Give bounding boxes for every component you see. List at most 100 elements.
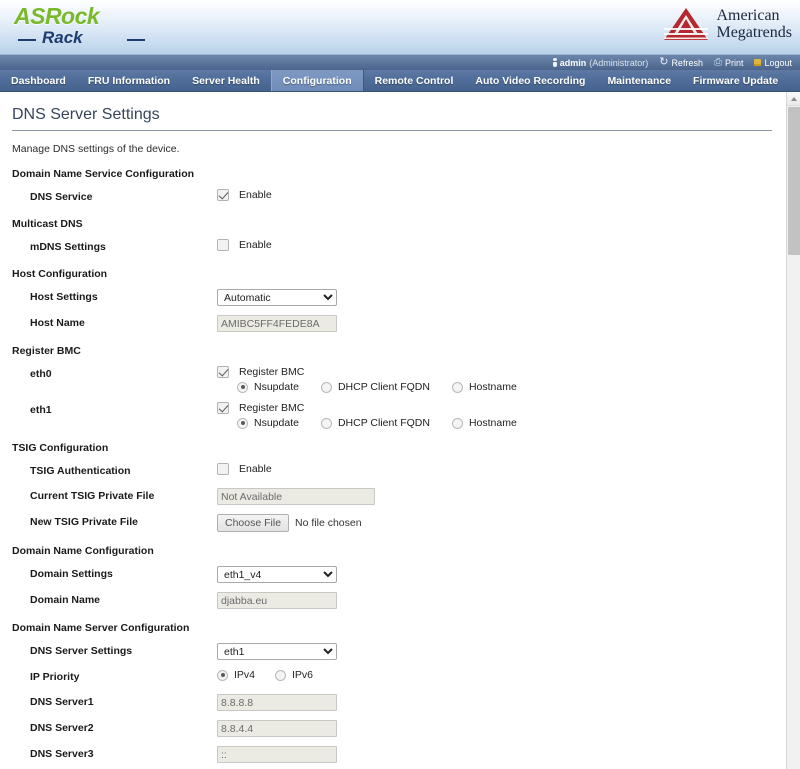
domain-settings-select[interactable]: eth1_v4 bbox=[217, 566, 337, 583]
nav-item-help[interactable]: HELP bbox=[789, 70, 800, 91]
label-dns-server-settings: DNS Server Settings bbox=[30, 645, 133, 657]
page-banner: ASRock Rack American Megatrends bbox=[0, 0, 800, 55]
eth1-hostname-label: Hostname bbox=[468, 417, 517, 429]
row-tsig-authentication: TSIG Authentication Enable bbox=[0, 463, 786, 479]
chevron-up-icon bbox=[791, 96, 797, 101]
ami-wordmark: American Megatrends bbox=[716, 7, 792, 41]
field-new-tsig-file: Choose File No file chosen bbox=[217, 514, 786, 532]
page-scrollbar[interactable] bbox=[786, 92, 800, 769]
refresh-icon: ↻ bbox=[659, 56, 669, 68]
eth1-nsupdate-radio[interactable] bbox=[237, 417, 248, 429]
scrollbar-thumb[interactable] bbox=[788, 107, 800, 255]
eth0-dhcp-client-fqdn-radio[interactable] bbox=[320, 381, 332, 393]
current-user: admin (Administrator) bbox=[552, 57, 648, 68]
asrock-wordmark: ASRock bbox=[14, 3, 100, 29]
ip-priority-ipv6-option[interactable]: IPv6 bbox=[275, 669, 313, 681]
eth0-dhcp-client-fqdn-option[interactable]: DHCP Client FQDN bbox=[320, 381, 430, 393]
eth0-nsupdate-radio[interactable] bbox=[237, 381, 248, 393]
row-dns-server-settings: DNS Server Settings eth1 bbox=[0, 643, 786, 660]
field-dns-server2 bbox=[217, 720, 786, 737]
tsig-authentication-checkbox[interactable] bbox=[217, 463, 229, 475]
nav-item-maintenance[interactable]: Maintenance bbox=[596, 70, 682, 91]
eth0-nsupdate-option[interactable]: Nsupdate bbox=[237, 381, 299, 393]
domain-name-input[interactable] bbox=[217, 592, 337, 609]
eth0-register-bmc-checkbox[interactable] bbox=[217, 366, 229, 378]
section-title-domain-name: Domain Name Configuration bbox=[12, 545, 154, 557]
section-dns-service: Domain Name Service Configuration DNS Se… bbox=[0, 168, 786, 205]
eth1-hostname-option[interactable]: Hostname bbox=[451, 417, 517, 429]
row-ip-priority: IP Priority IPv4 IPv6 bbox=[0, 669, 786, 685]
ip-priority-ipv6-label: IPv6 bbox=[292, 669, 314, 681]
label-mdns-settings: mDNS Settings bbox=[30, 241, 106, 253]
logout-label: Logout bbox=[764, 57, 792, 68]
host-settings-select[interactable]: Automatic bbox=[217, 289, 337, 306]
field-dns-server-settings: eth1 bbox=[217, 643, 786, 660]
ip-priority-ipv4-option[interactable]: IPv4 bbox=[217, 669, 255, 681]
choose-file-button[interactable]: Choose File bbox=[217, 514, 290, 532]
nav-item-configuration[interactable]: Configuration bbox=[270, 70, 364, 91]
eth1-dhcp-client-fqdn-option[interactable]: DHCP Client FQDN bbox=[320, 417, 430, 429]
eth0-register-bmc-label: Register BMC bbox=[239, 366, 305, 378]
dns-service-checkbox[interactable] bbox=[217, 189, 229, 201]
host-name-input[interactable] bbox=[217, 315, 337, 332]
logout-icon bbox=[754, 59, 762, 66]
mdns-settings-checkbox[interactable] bbox=[217, 239, 229, 251]
field-host-settings: Automatic bbox=[217, 289, 786, 306]
dns-server2-input[interactable] bbox=[217, 720, 337, 737]
eth1-nsupdate-option[interactable]: Nsupdate bbox=[237, 417, 299, 429]
eth0-hostname-label: Hostname bbox=[468, 381, 517, 393]
refresh-button[interactable]: ↻ Refresh bbox=[659, 57, 703, 68]
ami-pyramid-icon bbox=[664, 8, 709, 40]
eth0-mode-radios: Nsupdate DHCP Client FQDN Hostname bbox=[217, 381, 539, 393]
row-dns-server2: DNS Server2 bbox=[0, 720, 786, 737]
eth1-hostname-radio[interactable] bbox=[451, 417, 463, 429]
eth1-dhcp-client-fqdn-radio[interactable] bbox=[320, 417, 332, 429]
nav-item-server-health[interactable]: Server Health bbox=[181, 70, 271, 91]
field-mdns-settings: Enable bbox=[217, 239, 786, 251]
american-megatrends-logo: American Megatrends bbox=[662, 6, 792, 42]
asrock-rack-logo: ASRock Rack bbox=[14, 3, 145, 52]
scroll-up-button[interactable] bbox=[787, 92, 800, 106]
eth1-mode-radios: Nsupdate DHCP Client FQDN Hostname bbox=[217, 417, 539, 429]
current-tsig-file-input[interactable] bbox=[217, 488, 375, 505]
field-host-name bbox=[217, 315, 786, 332]
eth1-register-bmc-label: Register BMC bbox=[239, 402, 305, 414]
ip-priority-ipv4-radio[interactable] bbox=[217, 669, 228, 681]
current-user-name: admin bbox=[559, 57, 587, 68]
nav-item-remote-control[interactable]: Remote Control bbox=[364, 70, 465, 91]
nav-item-dashboard[interactable]: Dashboard bbox=[0, 70, 77, 91]
section-host-configuration: Host Configuration Host Settings Automat… bbox=[0, 268, 786, 332]
page-title: DNS Server Settings bbox=[12, 106, 772, 131]
label-dns-server2: DNS Server2 bbox=[30, 722, 94, 734]
dns-server-settings-select[interactable]: eth1 bbox=[217, 643, 337, 660]
eth1-register-bmc-checkbox[interactable] bbox=[217, 402, 229, 414]
eth0-nsupdate-label: Nsupdate bbox=[254, 381, 299, 393]
file-chosen-status: No file chosen bbox=[295, 517, 362, 529]
print-button[interactable]: ⎙ Print bbox=[714, 57, 744, 68]
dns-server3-input[interactable] bbox=[217, 746, 337, 763]
section-title-host-configuration: Host Configuration bbox=[12, 268, 108, 280]
label-new-tsig-file: New TSIG Private File bbox=[30, 516, 138, 528]
field-domain-name bbox=[217, 592, 786, 609]
ami-line-2: Megatrends bbox=[716, 24, 792, 41]
field-register-bmc-eth1: Register BMC Nsupdate DHCP Client FQDN H… bbox=[217, 402, 786, 429]
logout-button[interactable]: Logout bbox=[754, 58, 792, 68]
eth0-dhcp-client-fqdn-label: DHCP Client FQDN bbox=[337, 381, 430, 393]
nav-item-fru-information[interactable]: FRU Information bbox=[77, 70, 181, 91]
label-domain-settings: Domain Settings bbox=[30, 568, 113, 580]
eth0-hostname-option[interactable]: Hostname bbox=[451, 381, 517, 393]
ip-priority-ipv6-radio[interactable] bbox=[275, 669, 287, 681]
page-description: Manage DNS settings of the device. bbox=[12, 143, 180, 155]
eth0-hostname-radio[interactable] bbox=[451, 381, 463, 393]
section-title-register-bmc: Register BMC bbox=[12, 345, 81, 357]
nav-item-firmware-update[interactable]: Firmware Update bbox=[682, 70, 789, 91]
row-dns-server1: DNS Server1 bbox=[0, 694, 786, 711]
register-bmc-eth1-group: Register BMC Nsupdate DHCP Client FQDN H… bbox=[217, 402, 539, 429]
nav-item-auto-video-recording[interactable]: Auto Video Recording bbox=[464, 70, 596, 91]
field-dns-service: Enable bbox=[217, 189, 786, 201]
field-dns-server3 bbox=[217, 746, 786, 763]
dns-server1-input[interactable] bbox=[217, 694, 337, 711]
eth1-dhcp-client-fqdn-label: DHCP Client FQDN bbox=[337, 417, 430, 429]
row-domain-name: Domain Name bbox=[0, 592, 786, 609]
field-dns-server1 bbox=[217, 694, 786, 711]
